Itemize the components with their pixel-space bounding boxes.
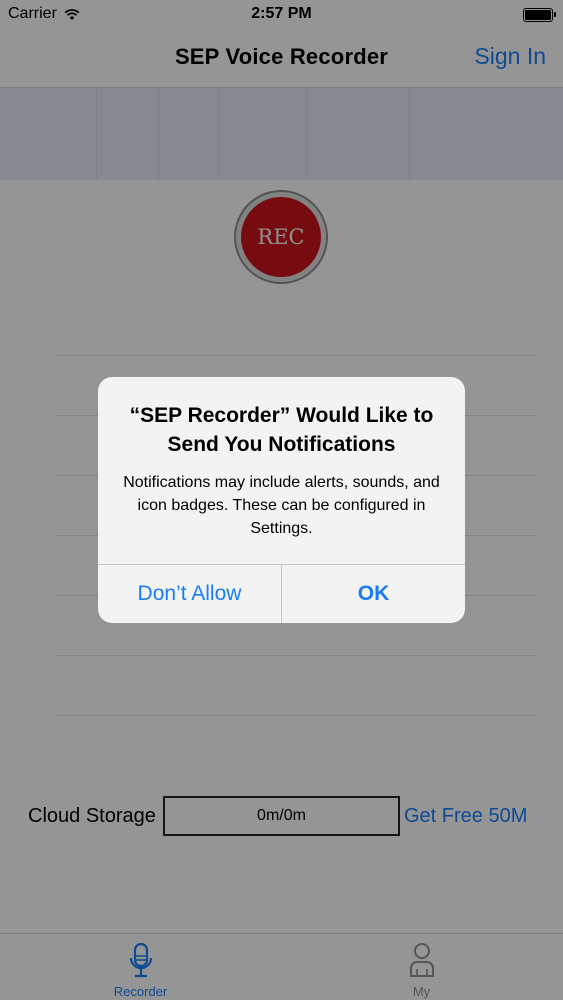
alert-actions: Don’t Allow OK (98, 564, 465, 623)
dont-allow-button[interactable]: Don’t Allow (98, 565, 282, 623)
alert-title: “SEP Recorder” Would Like to Send You No… (129, 404, 434, 456)
alert-message: Notifications may include alerts, sounds… (123, 474, 440, 537)
notification-permission-alert: “SEP Recorder” Would Like to Send You No… (98, 377, 465, 623)
ok-button[interactable]: OK (282, 565, 465, 623)
